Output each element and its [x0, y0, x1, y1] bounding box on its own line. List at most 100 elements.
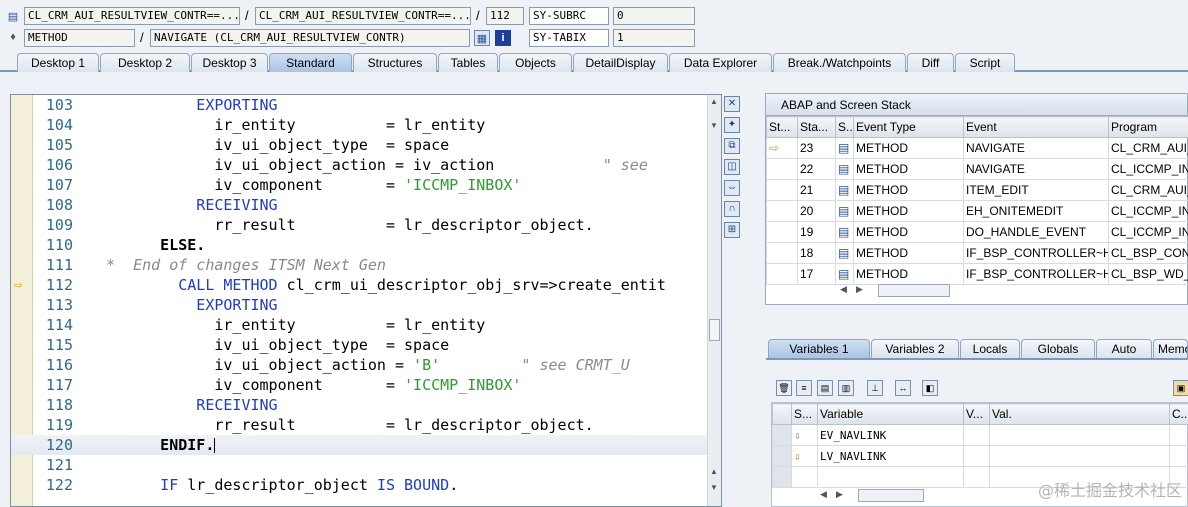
scroll-down-icon[interactable]: ▼ — [710, 121, 718, 130]
row-selector[interactable] — [772, 424, 792, 446]
tab-desktop-3[interactable]: Desktop 3 — [191, 53, 268, 72]
column-header[interactable]: Variable — [817, 403, 964, 425]
code-line[interactable]: 110 ELSE. — [11, 235, 708, 255]
save-icon[interactable]: ▤ — [817, 380, 833, 396]
program-field[interactable]: CL_CRM_AUI_RESULTVIEW_CONTR==... — [24, 7, 240, 25]
new-icon[interactable]: ✦ — [724, 117, 740, 133]
table-row[interactable]: 22 ▤ METHOD NAVIGATE CL_ICCMP_IN — [766, 158, 1188, 180]
code-line[interactable]: 116 iv_ui_object_action = 'B' " see CRMT… — [11, 355, 708, 375]
column-header[interactable]: Val. — [989, 403, 1170, 425]
tab-memory[interactable]: Memor — [1153, 339, 1188, 358]
headset-icon[interactable]: ∩ — [724, 201, 740, 217]
column-header[interactable]: Event Type — [853, 116, 964, 138]
code-line[interactable]: 121 — [11, 455, 708, 475]
maximize-icon[interactable]: ◫ — [724, 159, 740, 175]
column-header[interactable]: V... — [963, 403, 990, 425]
column-header[interactable] — [772, 403, 792, 425]
code-line[interactable]: 107 iv_component = 'ICCMP_INBOX' — [11, 175, 708, 195]
scroll-up-icon[interactable]: ▲ — [710, 467, 718, 476]
disk-icon[interactable]: ▣ — [1173, 380, 1188, 396]
source-code-editor[interactable]: 103 EXPORTING 104 ir_entity = lr_entity 10… — [10, 94, 722, 507]
variable-value[interactable] — [989, 445, 1170, 467]
settings-icon[interactable]: ◧ — [922, 380, 938, 396]
include-field[interactable]: CL_CRM_AUI_RESULTVIEW_CONTR==... — [255, 7, 471, 25]
tab-variables-2[interactable]: Variables 2 — [871, 339, 959, 358]
table-row[interactable]: ⇨ 23 ▤ METHOD NAVIGATE CL_CRM_AUI_ — [766, 137, 1188, 159]
tab-tables[interactable]: Tables — [438, 53, 498, 72]
row-selector[interactable] — [772, 466, 792, 488]
table-row[interactable]: 21 ▤ METHOD ITEM_EDIT CL_CRM_AUI_ — [766, 179, 1188, 201]
table-row[interactable]: 18 ▤ METHOD IF_BSP_CONTROLLER~H... CL_BSP_CO… — [766, 242, 1188, 264]
column-header[interactable]: S... — [791, 403, 818, 425]
table-row[interactable]: 17 ▤ METHOD IF_BSP_CONTROLLER~H... CL_BSP_WD… — [766, 263, 1188, 285]
table-row[interactable]: 20 ▤ METHOD EH_ONITEMEDIT CL_ICCMP_IN — [766, 200, 1188, 222]
tree-icon[interactable]: ⊞ — [724, 222, 740, 238]
code-line[interactable]: 113 EXPORTING — [11, 295, 708, 315]
code-line[interactable]: 109 rr_result = lr_descriptor_object. — [11, 215, 708, 235]
tab-variables-1[interactable]: Variables 1 — [768, 339, 870, 358]
insert-icon[interactable]: ≡ — [796, 380, 812, 396]
tab-globals[interactable]: Globals — [1021, 339, 1095, 358]
table-row[interactable]: 19 ▤ METHOD DO_HANDLE_EVENT CL_ICCMP_IN — [766, 221, 1188, 243]
tab-objects[interactable]: Objects — [499, 53, 572, 72]
scroll-left-icon[interactable]: ◀ — [840, 284, 847, 295]
display-icon[interactable]: ▦ — [474, 30, 490, 46]
column-header[interactable]: Sta... — [797, 116, 836, 138]
code-line[interactable]: 104 ir_entity = lr_entity — [11, 115, 708, 135]
tab-locals[interactable]: Locals — [960, 339, 1020, 358]
tab-desktop-1[interactable]: Desktop 1 — [17, 53, 99, 72]
code-line[interactable]: 118 RECEIVING — [11, 395, 708, 415]
tab-auto[interactable]: Auto — [1096, 339, 1152, 358]
tab-desktop-2[interactable]: Desktop 2 — [100, 53, 190, 72]
code-line[interactable]: 108 RECEIVING — [11, 195, 708, 215]
scroll-left-icon[interactable]: ◀ — [820, 489, 827, 500]
tab-standard[interactable]: Standard — [269, 53, 352, 72]
scroll-thumb[interactable] — [709, 319, 720, 341]
info-icon[interactable]: i — [495, 30, 511, 46]
code-area[interactable]: 103 EXPORTING 104 ir_entity = lr_entity 10… — [11, 95, 708, 506]
column-header[interactable]: S... — [835, 116, 854, 138]
tab-script[interactable]: Script — [955, 53, 1015, 72]
code-line[interactable]: 120 ENDIF. — [11, 435, 708, 455]
column-header[interactable]: Event — [963, 116, 1109, 138]
code-line[interactable]: 103 EXPORTING — [11, 95, 708, 115]
scroll-right-icon[interactable]: ▶ — [836, 489, 843, 500]
column-header[interactable]: St... — [766, 116, 798, 138]
scroll-up-icon[interactable]: ▲ — [710, 97, 718, 106]
column-header[interactable]: C... — [1169, 403, 1188, 425]
variable-value[interactable] — [989, 424, 1170, 446]
navigate-icon[interactable]: ↔ — [895, 380, 911, 396]
code-line[interactable]: 114 ir_entity = lr_entity — [11, 315, 708, 335]
code-line[interactable]: 112 CALL METHOD cl_crm_ui_descriptor_obj… — [11, 275, 708, 295]
swap-icon[interactable]: ⇔ — [724, 180, 740, 196]
scroll-right-icon[interactable]: ▶ — [856, 284, 863, 295]
code-line[interactable]: 106 iv_ui_object_action = iv_action " se… — [11, 155, 708, 175]
table-row[interactable]: ⇩ EV_NAVLINK — [772, 424, 1188, 446]
sysfield-subrc[interactable]: SY-SUBRC — [529, 7, 609, 25]
sysfield-tabix[interactable]: SY-TABIX — [529, 29, 609, 47]
horizontal-scroll-thumb[interactable] — [878, 284, 950, 297]
scroll-down-icon[interactable]: ▼ — [710, 483, 718, 492]
code-line[interactable]: 111 * End of changes ITSM Next Gen — [11, 255, 708, 275]
code-line[interactable]: 115 iv_ui_object_type = space — [11, 335, 708, 355]
code-line[interactable]: 122 IF lr_descriptor_object IS BOUND. — [11, 475, 708, 495]
hierarchy-icon[interactable]: ⊥ — [867, 380, 883, 396]
close-icon[interactable]: ✕ — [724, 96, 740, 112]
column-header[interactable]: Program — [1108, 116, 1188, 138]
code-line[interactable]: 117 iv_component = 'ICCMP_INBOX' — [11, 375, 708, 395]
row-selector[interactable] — [772, 445, 792, 467]
tab-breakpoints[interactable]: Break./Watchpoints — [773, 53, 906, 72]
editor-vertical-scrollbar[interactable]: ▲ ▼ ▲ ▼ — [707, 95, 721, 506]
export-icon[interactable]: ▥ — [838, 380, 854, 396]
horizontal-scroll-thumb[interactable] — [858, 489, 924, 502]
tab-detaildisplay[interactable]: DetailDisplay — [573, 53, 668, 72]
tab-diff[interactable]: Diff — [907, 53, 954, 72]
tab-data-explorer[interactable]: Data Explorer — [669, 53, 772, 72]
code-line[interactable]: 105 iv_ui_object_type = space — [11, 135, 708, 155]
table-row[interactable]: ⇩ LV_NAVLINK — [772, 445, 1188, 467]
line-field[interactable]: 112 — [486, 7, 524, 25]
delete-icon[interactable]: 🗑 — [776, 380, 792, 396]
copy-icon[interactable]: ⧉ — [724, 138, 740, 154]
tab-structures[interactable]: Structures — [353, 53, 437, 72]
code-line[interactable]: 119 rr_result = lr_descriptor_object. — [11, 415, 708, 435]
